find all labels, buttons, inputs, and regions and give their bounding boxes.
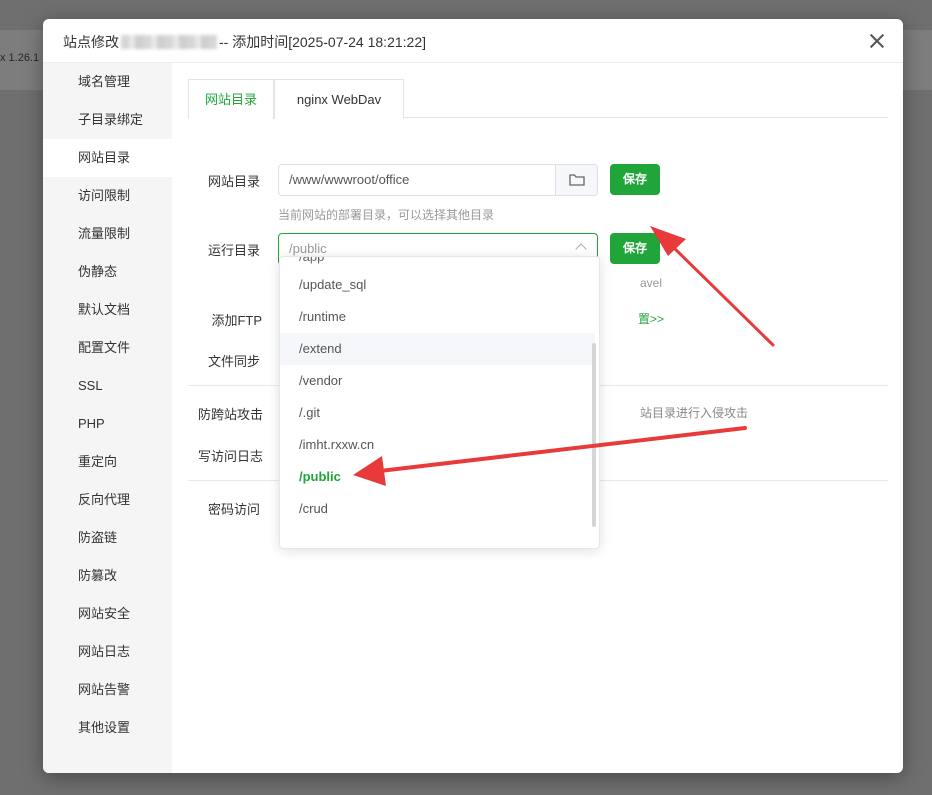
dropdown-option[interactable]: /.git xyxy=(280,397,595,429)
dropdown-option[interactable]: /vendor xyxy=(280,365,595,397)
tab-bar: 网站目录 nginx WebDav xyxy=(188,79,888,119)
modal-title-suffix: -- 添加时间[2025-07-24 18:21:22] xyxy=(219,34,426,50)
site-edit-modal: 站点修改 -- 添加时间[2025-07-24 18:21:22] 域名管理 子目… xyxy=(43,19,903,773)
sync-label: 文件同步 xyxy=(207,354,260,369)
sidebar-item-default-doc[interactable]: 默认文档 xyxy=(43,291,172,329)
folder-icon[interactable] xyxy=(555,165,597,195)
dropdown-option[interactable]: /imht.rxxw.cn xyxy=(280,429,595,461)
sidebar-item-site-security[interactable]: 网站安全 xyxy=(43,595,172,633)
ftp-label: 添加FTP xyxy=(211,313,262,328)
modal-title: 站点修改 -- 添加时间[2025-07-24 18:21:22] xyxy=(63,32,426,52)
site-dir-label: 网站目录 xyxy=(207,174,260,189)
sidebar-item-access-limit[interactable]: 访问限制 xyxy=(43,177,172,215)
close-icon[interactable] xyxy=(865,29,889,53)
sidebar-item-subdir-binding[interactable]: 子目录绑定 xyxy=(43,101,172,139)
tab-nginx-webdav[interactable]: nginx WebDav xyxy=(274,79,404,119)
anti-cross-hint-tail: 站目录进行入侵攻击 xyxy=(640,406,749,420)
blurred-site-name xyxy=(121,35,217,49)
sidebar-item-redirect[interactable]: 重定向 xyxy=(43,443,172,481)
sidebar-item-site-directory[interactable]: 网站目录 xyxy=(43,139,172,177)
sidebar-item-site-alerts[interactable]: 网站告警 xyxy=(43,671,172,709)
save-site-dir-button[interactable]: 保存 xyxy=(610,164,660,195)
sidebar-item-tamper-protection[interactable]: 防篡改 xyxy=(43,557,172,595)
site-dir-input[interactable]: /www/wwwroot/office xyxy=(278,164,598,196)
background-version-text: x 1.26.1 xyxy=(0,52,40,64)
sidebar-item-other-settings[interactable]: 其他设置 xyxy=(43,709,172,747)
sidebar-item-php[interactable]: PHP xyxy=(43,405,172,443)
run-dir-placeholder: /public xyxy=(289,241,327,256)
run-dir-dropdown[interactable]: /app /update_sql /runtime /extend /vendo… xyxy=(279,256,600,549)
sidebar-item-rewrite[interactable]: 伪静态 xyxy=(43,253,172,291)
chevron-up-icon xyxy=(575,243,587,255)
sidebar-item-ssl[interactable]: SSL xyxy=(43,367,172,405)
dropdown-option[interactable]: /runtime xyxy=(280,301,595,333)
sidebar-item-config-file[interactable]: 配置文件 xyxy=(43,329,172,367)
settings-sidebar: 域名管理 子目录绑定 网站目录 访问限制 流量限制 伪静态 默认文档 配置文件 … xyxy=(43,63,172,773)
sidebar-item-site-logs[interactable]: 网站日志 xyxy=(43,633,172,671)
dropdown-option[interactable]: /crud xyxy=(280,493,595,525)
access-log-label: 写访问日志 xyxy=(198,449,264,464)
site-dir-hint: 当前网站的部署目录，可以选择其他目录 xyxy=(278,208,495,222)
modal-header: 站点修改 -- 添加时间[2025-07-24 18:21:22] xyxy=(43,19,903,63)
sidebar-item-domain[interactable]: 域名管理 xyxy=(43,63,172,101)
site-dir-value: /www/wwwroot/office xyxy=(289,172,410,187)
dropdown-option-selected[interactable]: /public xyxy=(280,461,595,493)
anti-cross-label: 防跨站攻击 xyxy=(198,407,264,422)
run-dir-hint-tail: avel xyxy=(640,276,663,290)
save-run-dir-button[interactable]: 保存 xyxy=(610,233,660,264)
tab-site-directory[interactable]: 网站目录 xyxy=(188,79,274,119)
ftp-link-tail[interactable]: 置>> xyxy=(638,310,664,327)
dropdown-scrollbar[interactable] xyxy=(592,343,596,527)
dropdown-option[interactable]: /extend xyxy=(280,333,595,365)
sidebar-item-reverse-proxy[interactable]: 反向代理 xyxy=(43,481,172,519)
sidebar-item-hotlink-protection[interactable]: 防盗链 xyxy=(43,519,172,557)
dropdown-option[interactable]: /update_sql xyxy=(280,269,595,301)
run-dir-label: 运行目录 xyxy=(207,243,260,258)
sidebar-item-traffic-limit[interactable]: 流量限制 xyxy=(43,215,172,253)
modal-title-prefix: 站点修改 xyxy=(63,34,119,50)
password-access-label: 密码访问 xyxy=(207,502,260,517)
